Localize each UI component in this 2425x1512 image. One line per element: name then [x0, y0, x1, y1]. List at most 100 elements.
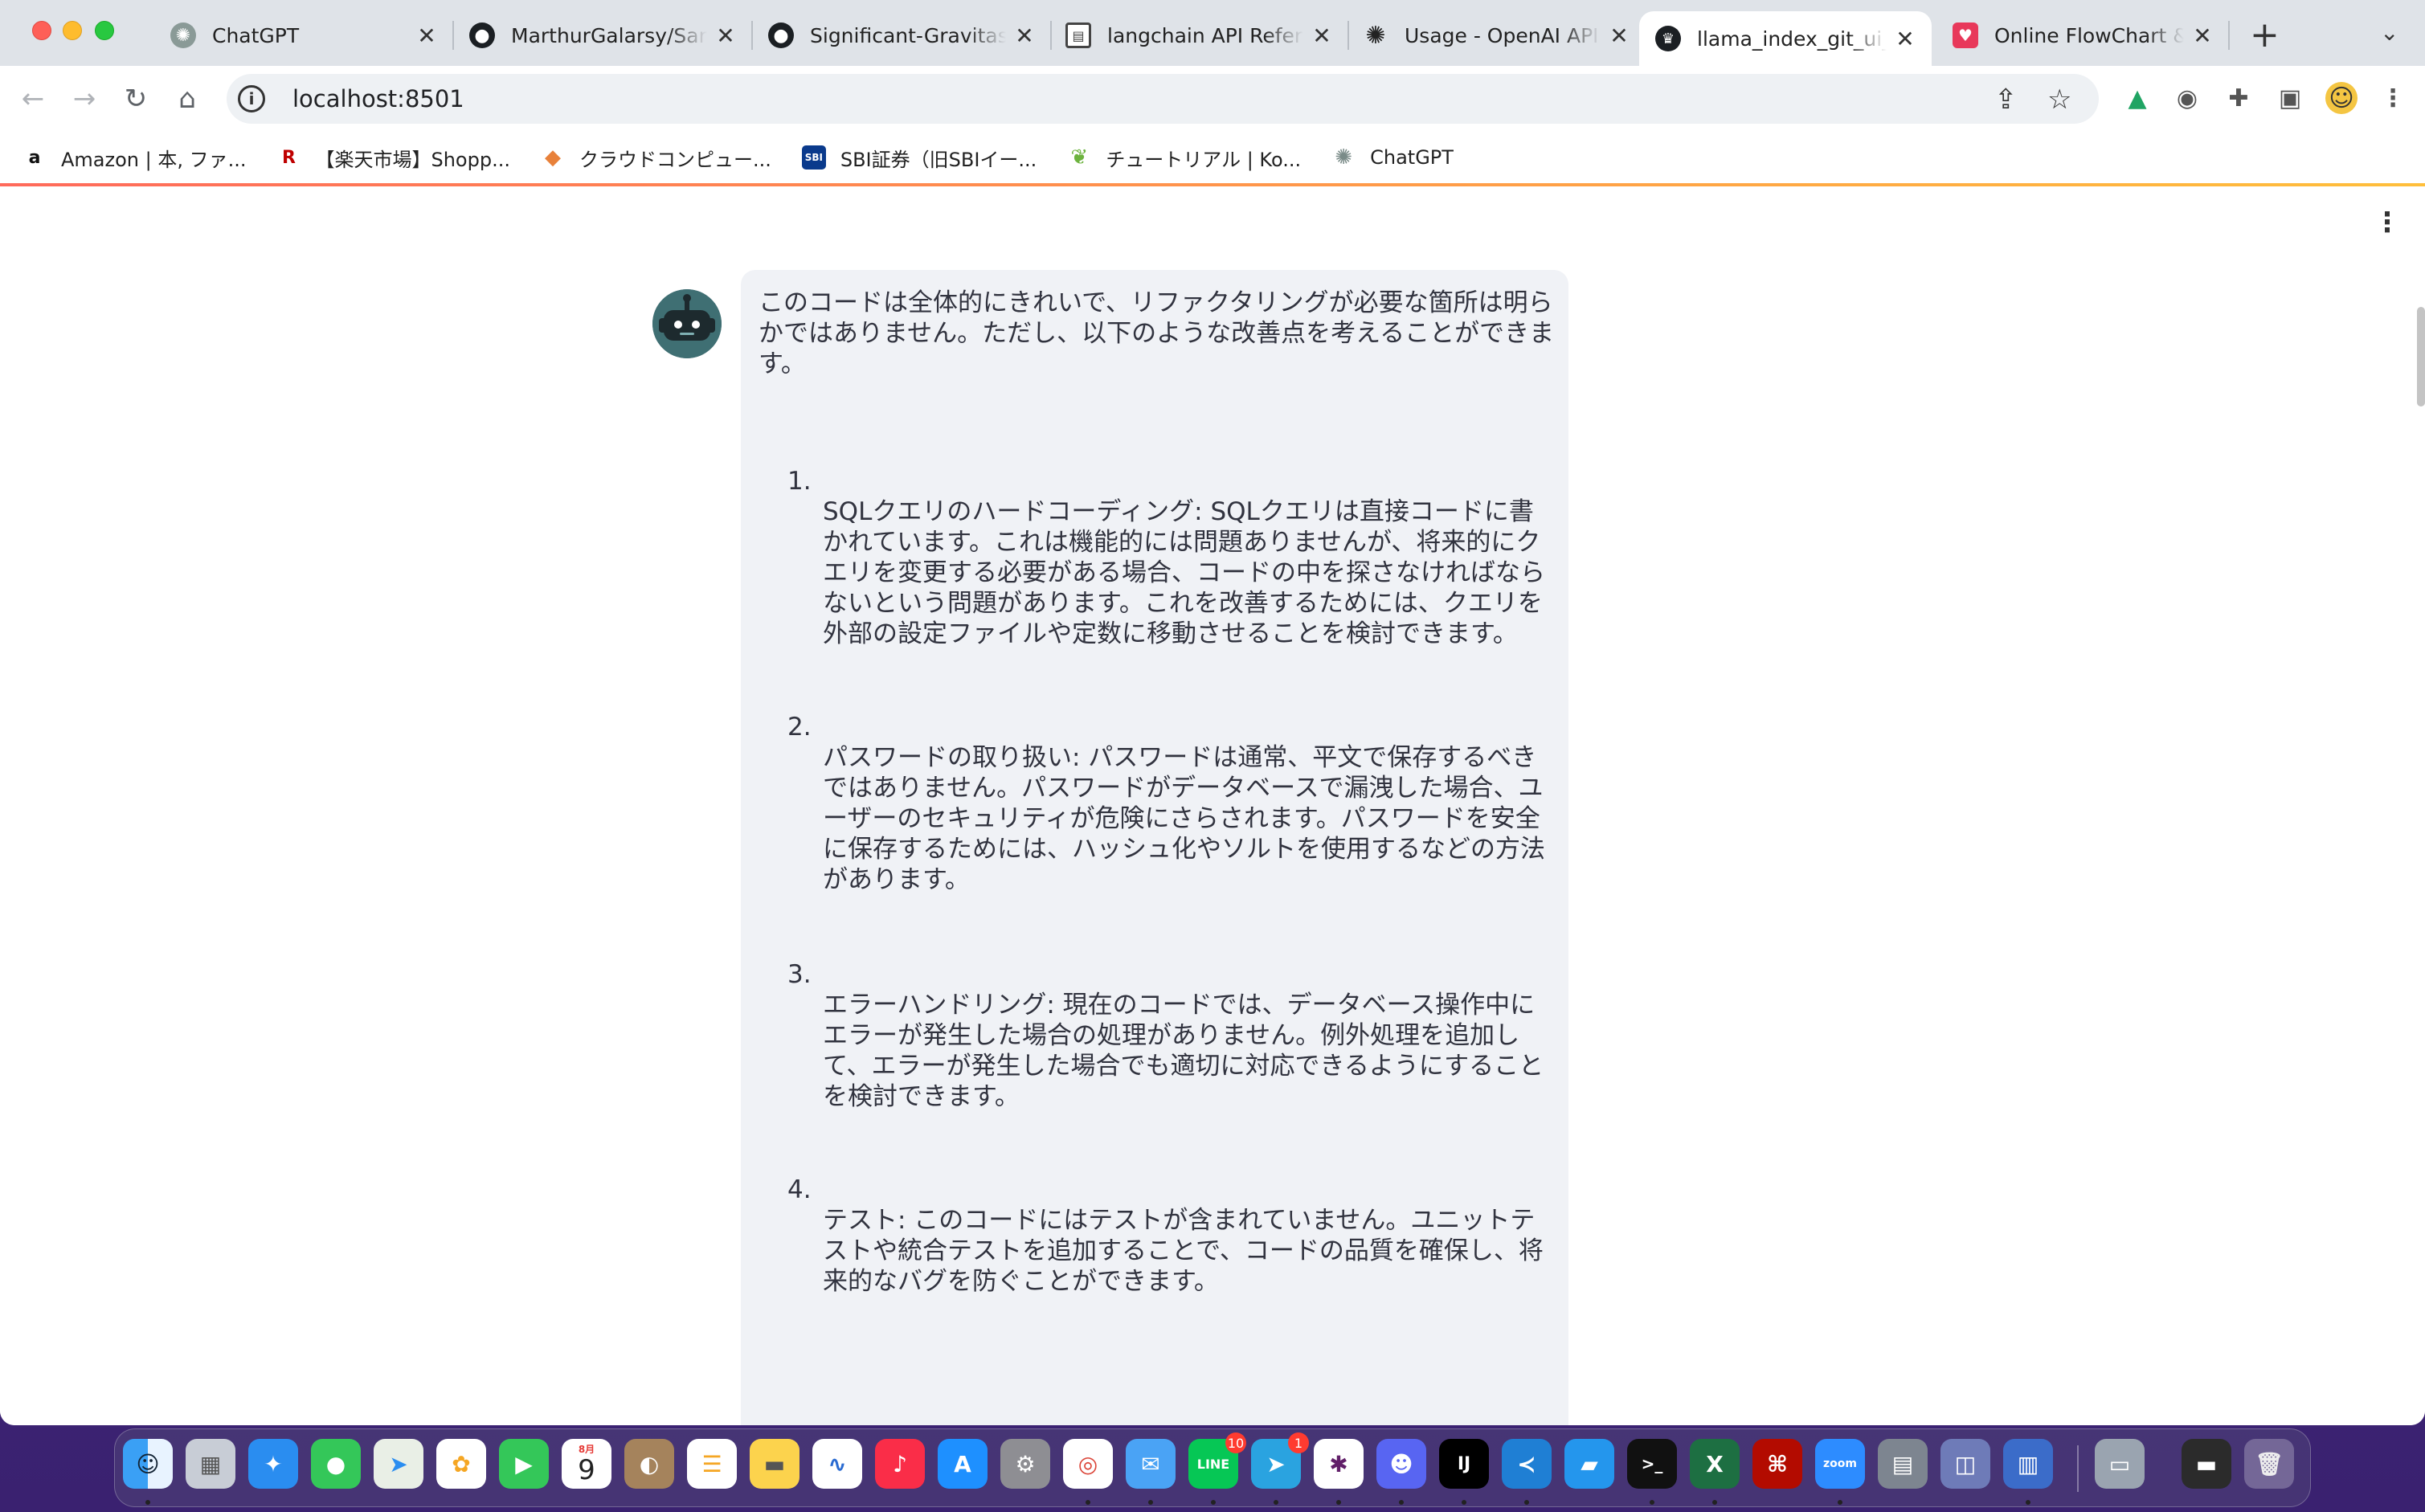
- window-zoom-button[interactable]: [95, 21, 114, 40]
- contacts-icon[interactable]: ◐: [624, 1439, 674, 1489]
- camera-icon[interactable]: ◉: [2171, 82, 2203, 114]
- close-tab-icon[interactable]: ✕: [415, 22, 439, 49]
- bookmark-label: チュートリアル | Ko...: [1106, 148, 1302, 171]
- bookmark-spring-tutorial[interactable]: ❦ チュートリアル | Ko...: [1067, 144, 1301, 172]
- close-tab-icon[interactable]: ✕: [1310, 22, 1334, 49]
- assistant-robot-avatar-icon: [652, 289, 722, 358]
- voiceover-utility-icon[interactable]: ◫: [1940, 1439, 1990, 1489]
- calendar-icon[interactable]: 8月 9: [562, 1439, 611, 1489]
- page-scrollbar[interactable]: [2417, 307, 2425, 407]
- extensions-puzzle-icon[interactable]: ✚: [2223, 82, 2255, 114]
- tab-title: Usage - OpenAI API: [1405, 23, 1599, 47]
- trash-icon[interactable]: 🗑: [2244, 1439, 2294, 1489]
- forward-arrow-icon[interactable]: →: [66, 80, 103, 117]
- list-item: 1. SQLクエリのハードコーディング: SQLクエリは直接コードに書かれていま…: [787, 466, 1545, 649]
- messages-icon[interactable]: ●: [311, 1439, 361, 1489]
- acrobat-icon[interactable]: ⌘: [1752, 1439, 1802, 1489]
- side-panel-icon[interactable]: ▣: [2274, 82, 2306, 114]
- excel-icon[interactable]: X: [1690, 1439, 1740, 1489]
- slack-icon[interactable]: ✱: [1314, 1439, 1364, 1489]
- reload-icon[interactable]: ↻: [117, 80, 154, 117]
- rakuten-icon: R: [282, 147, 296, 168]
- bookmark-label: Amazon | 本, ファ...: [61, 148, 247, 171]
- finder-icon[interactable]: ☺: [123, 1439, 173, 1489]
- freeform-icon[interactable]: ∿: [812, 1439, 862, 1489]
- back-arrow-icon[interactable]: ←: [14, 80, 51, 117]
- close-tab-icon[interactable]: ✕: [1012, 22, 1037, 49]
- browser-toolbar: ← → ↻ ⌂ i localhost:8501 ⇪ ☆: [0, 66, 2425, 132]
- launchpad-icon[interactable]: ▦: [186, 1439, 235, 1489]
- browser-menu-icon[interactable]: ⋮: [2377, 82, 2409, 114]
- terminal-icon[interactable]: >_: [1627, 1439, 1677, 1489]
- tab-llama-index-active[interactable]: ♛ llama_index_git_ui_g ✕: [1639, 11, 1932, 66]
- google-drive-icon[interactable]: ▲: [2121, 82, 2153, 114]
- bookmark-sbi[interactable]: SBI SBI証券（旧SBIイー...: [801, 144, 1037, 172]
- mail-icon[interactable]: ✉: [1126, 1439, 1176, 1489]
- github-icon: ●: [469, 22, 495, 48]
- photos-icon[interactable]: ✿: [436, 1439, 486, 1489]
- calendar-day: 9: [578, 1454, 595, 1486]
- facetime-icon[interactable]: ▶: [499, 1439, 549, 1489]
- vscode-icon[interactable]: ≺: [1502, 1439, 1552, 1489]
- address-bar[interactable]: i localhost:8501 ⇪ ☆: [227, 74, 2099, 124]
- new-tab-button[interactable]: +: [2250, 16, 2280, 55]
- system-settings-gear-icon[interactable]: ⚙: [1000, 1439, 1050, 1489]
- music-icon[interactable]: ♪: [875, 1439, 925, 1489]
- running-indicator: [1399, 1500, 1404, 1505]
- site-info-icon[interactable]: i: [238, 85, 265, 112]
- running-indicator: [1148, 1500, 1153, 1505]
- notes-icon[interactable]: ▬: [750, 1439, 799, 1489]
- docker-whale-icon[interactable]: ▰: [1564, 1439, 1614, 1489]
- tab-strip: ✺ ChatGPT ✕ ● MarthurGalarsy/Samp ✕ ● Si…: [0, 0, 2425, 66]
- tab-openai-usage[interactable]: ✺ Usage - OpenAI API ✕: [1347, 11, 1646, 59]
- app-store-icon[interactable]: A: [938, 1439, 988, 1489]
- tab-search-chevron-icon[interactable]: ⌄: [2380, 19, 2398, 46]
- reminders-icon[interactable]: ☰: [687, 1439, 737, 1489]
- dock-separator: [2077, 1445, 2079, 1492]
- running-indicator: [1838, 1500, 1842, 1505]
- remote-desktop-icon[interactable]: ▥: [2003, 1439, 2053, 1489]
- amazon-icon: a: [28, 147, 41, 168]
- excel-label: X: [1706, 1450, 1724, 1477]
- app-menu-icon[interactable]: ⋮: [2374, 209, 2401, 236]
- maps-icon[interactable]: ➤: [374, 1439, 423, 1489]
- running-indicator: [1274, 1500, 1278, 1505]
- close-tab-icon[interactable]: ✕: [714, 22, 738, 49]
- close-tab-icon[interactable]: ✕: [2190, 22, 2214, 49]
- intellij-label: IJ: [1457, 1453, 1471, 1474]
- bookmark-rakuten[interactable]: R 【楽天市場】Shopp...: [276, 144, 510, 172]
- address-bar-url[interactable]: localhost:8501: [292, 85, 464, 112]
- tab-online-flowchart[interactable]: ♥ Online FlowChart & D ✕: [1936, 11, 2230, 59]
- tab-title: Online FlowChart & D: [1994, 23, 2184, 47]
- chrome-icon[interactable]: ◎: [1063, 1439, 1113, 1489]
- close-tab-icon[interactable]: ✕: [1893, 26, 1917, 52]
- zoom-icon[interactable]: zoom: [1815, 1439, 1865, 1489]
- tab-github-sample[interactable]: ● MarthurGalarsy/Samp ✕: [453, 11, 753, 59]
- tab-chatgpt[interactable]: ✺ ChatGPT ✕: [154, 11, 454, 59]
- discord-icon[interactable]: ☻: [1376, 1439, 1426, 1489]
- window-minimize-button[interactable]: [63, 21, 82, 40]
- bookmark-amazon[interactable]: a Amazon | 本, ファ...: [22, 144, 247, 172]
- bookmark-label: ChatGPT: [1370, 146, 1454, 169]
- line-label: LINE: [1196, 1456, 1230, 1472]
- profile-avatar-icon[interactable]: ☺: [2325, 82, 2358, 114]
- window-close-button[interactable]: [32, 21, 51, 40]
- bookmark-label: クラウドコンピュー...: [579, 148, 771, 171]
- message-intro-text: このコードは全体的にきれいで、リファクタリングが必要な箇所は明らかではありません…: [759, 288, 1555, 378]
- tab-separator: [2228, 21, 2230, 50]
- close-tab-icon[interactable]: ✕: [1607, 22, 1631, 49]
- bookmark-star-icon[interactable]: ☆: [2047, 84, 2071, 116]
- printer-utility-icon[interactable]: ▤: [1878, 1439, 1928, 1489]
- bookmark-chatgpt[interactable]: ✺ ChatGPT: [1331, 145, 1454, 170]
- minimized-window-thumbnail-icon[interactable]: ▬: [2182, 1439, 2231, 1489]
- sbi-icon: SBI: [801, 145, 826, 170]
- intellij-icon[interactable]: IJ: [1439, 1439, 1489, 1489]
- share-icon[interactable]: ⇪: [1994, 84, 2018, 116]
- safari-compass-icon[interactable]: ✦: [248, 1439, 298, 1489]
- bookmark-aws[interactable]: ◆ クラウドコンピュー...: [541, 144, 771, 172]
- tab-github-autogpt[interactable]: ● Significant-Gravitas/A ✕: [752, 11, 1052, 59]
- home-icon[interactable]: ⌂: [169, 80, 206, 117]
- line-badge: 10: [1225, 1432, 1246, 1453]
- preview-window-icon[interactable]: ▭: [2095, 1439, 2145, 1489]
- tab-langchain-api[interactable]: ▤ langchain API Referen ✕: [1049, 11, 1349, 59]
